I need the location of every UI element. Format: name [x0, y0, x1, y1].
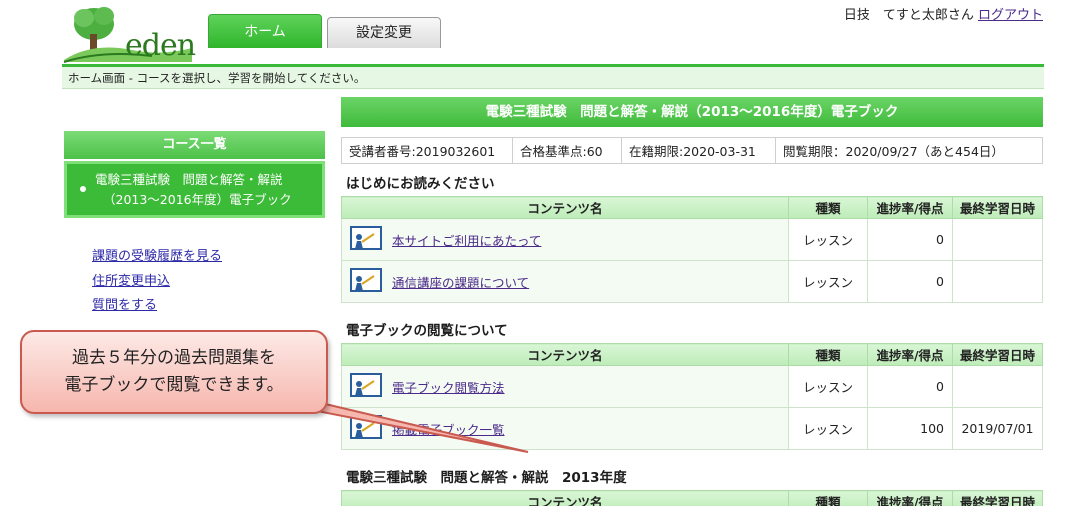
- lesson-icon: [350, 267, 382, 296]
- side-links: 課題の受験履歴を見る 住所変更申込 質問をする: [92, 245, 222, 319]
- content-link[interactable]: 掲載電子ブック一覧: [392, 422, 505, 437]
- section-title: はじめにお読みください: [346, 176, 495, 192]
- logout-link[interactable]: ログアウト: [978, 8, 1043, 23]
- callout-line2: 電子ブックで閲覧できます。: [64, 375, 284, 395]
- tab-settings[interactable]: 設定変更: [327, 17, 441, 48]
- col-progress: 進捗率/得点: [867, 196, 953, 219]
- user-name: 日技 てすと太郎さん: [843, 8, 974, 23]
- user-area: 日技 てすと太郎さん ログアウト: [844, 4, 1043, 23]
- content-kind: レッスン: [788, 260, 868, 303]
- col-kind: 種類: [788, 196, 868, 219]
- content-name-cell: 本サイトご利用にあたって: [341, 218, 789, 261]
- content-progress: 0: [867, 260, 953, 303]
- content-progress: 100: [867, 407, 953, 450]
- instruction-bar: ホーム画面 - コースを選択し、学習を開始してください。: [62, 67, 1044, 89]
- table-row: 通信講座の課題について レッスン 0: [341, 260, 1043, 303]
- content-date: [952, 218, 1043, 261]
- student-number: 受講者番号:2019032601: [341, 137, 513, 164]
- content-table: コンテンツ名 種類 進捗率/得点 最終学習日時: [341, 490, 1043, 506]
- content-kind: レッスン: [788, 218, 868, 261]
- content-name-cell: 電子ブック閲覧方法: [341, 365, 789, 408]
- table-row: 電子ブック閲覧方法 レッスン 0: [341, 365, 1043, 408]
- content-date: 2019/07/01: [952, 407, 1043, 450]
- section-title: 電子ブックの閲覧について: [346, 323, 508, 339]
- content-kind: レッスン: [788, 365, 868, 408]
- content-link[interactable]: 本サイトご利用にあたって: [392, 233, 541, 248]
- info-table: 受講者番号:2019032601 合格基準点:60 在籍期限:2020-03-3…: [341, 137, 1043, 164]
- ask-question-link[interactable]: 質問をする: [92, 294, 222, 319]
- course-list-title: コース一覧: [64, 131, 325, 159]
- course-item-line1: 電験三種試験 問題と解答・解説: [95, 172, 283, 187]
- exam-history-link[interactable]: 課題の受験履歴を見る: [92, 245, 222, 270]
- content-table: コンテンツ名 種類 進捗率/得点 最終学習日時 電子ブック閲覧方法 レッスン 0…: [341, 343, 1043, 450]
- col-name: コンテンツ名: [341, 490, 789, 506]
- callout-box: 過去５年分の過去問題集を 電子ブックで閲覧できます。: [20, 330, 328, 414]
- content-link[interactable]: 電子ブック閲覧方法: [392, 380, 505, 395]
- content-kind: レッスン: [788, 407, 868, 450]
- col-kind: 種類: [788, 343, 868, 366]
- section-title: 電験三種試験 問題と解答・解説 2013年度: [346, 470, 627, 486]
- content-link[interactable]: 通信講座の課題について: [392, 275, 529, 290]
- content-table: コンテンツ名 種類 進捗率/得点 最終学習日時 本サイトご利用にあたって レッス…: [341, 196, 1043, 303]
- content-date: [952, 365, 1043, 408]
- course-item-line2: （2013～2016年度）電子ブック: [103, 192, 292, 207]
- table-row: 掲載電子ブック一覧 レッスン 100 2019/07/01: [341, 407, 1043, 450]
- logo-text: eden: [125, 28, 196, 63]
- viewing-period: 閲覧期限：2020/09/27（あと454日）: [775, 137, 1043, 164]
- col-progress: 進捗率/得点: [867, 490, 953, 506]
- content-progress: 0: [867, 218, 953, 261]
- col-last-date: 最終学習日時: [952, 343, 1043, 366]
- pass-score: 合格基準点:60: [512, 137, 622, 164]
- course-title: 電験三種試験 問題と解答・解説（2013～2016年度）電子ブック: [341, 97, 1043, 127]
- lesson-icon: [350, 372, 382, 401]
- enrollment-period: 在籍期限:2020-03-31: [621, 137, 776, 164]
- col-name: コンテンツ名: [341, 196, 789, 219]
- lesson-icon: [350, 225, 382, 254]
- table-row: 本サイトご利用にあたって レッスン 0: [341, 218, 1043, 261]
- col-progress: 進捗率/得点: [867, 343, 953, 366]
- content-progress: 0: [867, 365, 953, 408]
- address-change-link[interactable]: 住所変更申込: [92, 270, 222, 295]
- lesson-icon: [350, 414, 382, 443]
- col-last-date: 最終学習日時: [952, 490, 1043, 506]
- col-last-date: 最終学習日時: [952, 196, 1043, 219]
- col-kind: 種類: [788, 490, 868, 506]
- tab-home[interactable]: ホーム: [208, 14, 322, 48]
- bullet-icon: [80, 186, 86, 192]
- content-name-cell: 通信講座の課題について: [341, 260, 789, 303]
- callout-line1: 過去５年分の過去問題集を: [72, 348, 276, 368]
- content-name-cell: 掲載電子ブック一覧: [341, 407, 789, 450]
- course-item[interactable]: 電験三種試験 問題と解答・解説 （2013～2016年度）電子ブック: [64, 161, 325, 218]
- col-name: コンテンツ名: [341, 343, 789, 366]
- content-date: [952, 260, 1043, 303]
